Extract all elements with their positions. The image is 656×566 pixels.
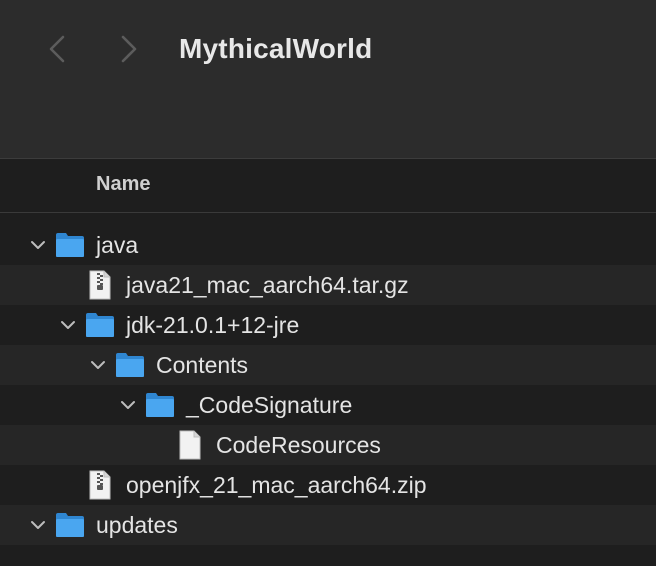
list-item-updates[interactable]: updates	[0, 505, 656, 545]
chevron-down-icon[interactable]	[119, 396, 137, 414]
item-label: java21_mac_aarch64.tar.gz	[126, 272, 409, 298]
archive-file-icon	[89, 470, 111, 500]
chevron-down-icon[interactable]	[59, 316, 77, 334]
item-label: Contents	[156, 352, 249, 378]
window-title: MythicalWorld	[179, 33, 373, 64]
folder-icon	[146, 393, 174, 417]
list-item-java21-archive[interactable]: java21_mac_aarch64.tar.gz	[0, 265, 656, 305]
toolbar: MythicalWorld	[0, 0, 656, 159]
file-list: java java21_mac_aarch64.tar.gz jdk-21.0.…	[0, 225, 656, 545]
chevron-down-icon[interactable]	[29, 516, 47, 534]
chevron-right-icon	[121, 35, 137, 63]
list-item-coderesources[interactable]: CodeResources	[0, 425, 656, 465]
folder-icon	[56, 233, 84, 257]
list-item-jdk[interactable]: jdk-21.0.1+12-jre	[0, 305, 656, 345]
list-item-codesignature[interactable]: _CodeSignature	[0, 385, 656, 425]
chevron-left-icon	[49, 35, 65, 63]
list-item-openjfx-archive[interactable]: openjfx_21_mac_aarch64.zip	[0, 465, 656, 505]
item-label: updates	[96, 512, 178, 538]
item-label: openjfx_21_mac_aarch64.zip	[126, 472, 427, 498]
column-header: Name	[0, 159, 656, 213]
forward-button[interactable]	[114, 32, 144, 66]
archive-file-icon	[89, 270, 111, 300]
item-label: CodeResources	[216, 432, 381, 458]
back-button[interactable]	[42, 32, 72, 66]
list-item-contents[interactable]: Contents	[0, 345, 656, 385]
folder-icon	[116, 353, 144, 377]
chevron-down-icon[interactable]	[29, 236, 47, 254]
name-column-header[interactable]: Name	[96, 173, 150, 196]
folder-icon	[56, 513, 84, 537]
list-item-java[interactable]: java	[0, 225, 656, 265]
folder-icon	[86, 313, 114, 337]
item-label: java	[96, 232, 139, 258]
item-label: _CodeSignature	[186, 392, 353, 418]
chevron-down-icon[interactable]	[89, 356, 107, 374]
document-icon	[179, 430, 201, 460]
item-label: jdk-21.0.1+12-jre	[126, 312, 300, 338]
